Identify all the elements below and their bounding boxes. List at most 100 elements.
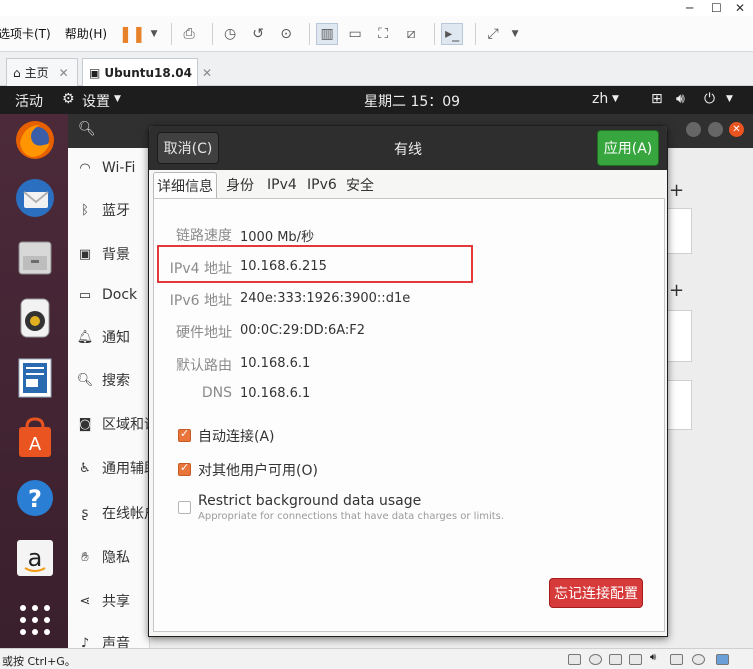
thunderbird-icon[interactable] xyxy=(13,176,57,220)
tab-identity[interactable]: 身份 xyxy=(223,172,257,198)
menu-help[interactable]: 帮助(H) xyxy=(65,25,107,42)
minimize-icon[interactable]: ─ xyxy=(686,1,693,15)
unity-icon[interactable]: ⧄ xyxy=(400,23,422,45)
sidebar-item-label: 共享 xyxy=(102,594,130,610)
chevron-down-icon[interactable]: ▼ xyxy=(510,23,520,45)
cdrom-icon[interactable] xyxy=(589,654,602,665)
camera-icon: ◙ xyxy=(78,416,92,432)
volume-icon[interactable]: 🔊︎ xyxy=(676,91,685,107)
auto-connect-label[interactable]: 自动连接(A) xyxy=(198,426,275,446)
search-icon[interactable]: 🔍︎ xyxy=(78,121,96,137)
stretch-icon[interactable]: ⤢ xyxy=(482,23,504,45)
close-tab-icon[interactable]: ✕ xyxy=(202,66,212,80)
files-icon[interactable] xyxy=(13,236,57,280)
hardware-address-label: 硬件地址 xyxy=(176,325,232,341)
tab-security[interactable]: 安全 xyxy=(343,172,377,198)
printer-icon[interactable] xyxy=(670,654,683,665)
help-icon[interactable]: ? xyxy=(13,476,57,520)
close-icon[interactable]: ✕ xyxy=(735,1,745,15)
svg-text:A: A xyxy=(29,434,42,455)
power-icon[interactable]: ⏻ xyxy=(704,91,715,107)
sidebar-item-search[interactable]: 🔍︎ 搜索 xyxy=(76,369,130,391)
app-menu[interactable]: 设置 xyxy=(82,91,110,111)
network-adapter-icon[interactable] xyxy=(609,654,622,665)
link-speed-label: 链路速度 xyxy=(176,228,232,244)
activities-button[interactable]: 活动 xyxy=(15,91,43,111)
input-method-indicator[interactable]: zh xyxy=(592,91,608,107)
maximize-icon[interactable]: ☐ xyxy=(711,1,722,15)
ipv6-address-label: IPv6 地址 xyxy=(169,293,232,309)
tab-label: 主页 xyxy=(24,66,49,80)
bell-icon: 🔔︎ xyxy=(76,329,94,345)
firefox-icon[interactable] xyxy=(13,118,57,162)
maximize-icon[interactable] xyxy=(708,122,723,137)
add-vpn-icon[interactable]: + xyxy=(669,280,684,301)
close-icon[interactable]: ✕ xyxy=(729,122,744,137)
software-center-icon[interactable]: A xyxy=(13,416,57,460)
sidebar-item-dock[interactable]: ▭ Dock xyxy=(76,284,137,306)
writer-icon[interactable] xyxy=(13,356,57,400)
host-titlebar: ─ ☐ ✕ xyxy=(0,0,753,16)
status-hint: 或按 Ctrl+G。 xyxy=(2,655,76,668)
tab-home[interactable]: ⌂ 主页 ✕ xyxy=(6,58,78,86)
menu-tabs[interactable]: 选项卡(T) xyxy=(0,25,51,42)
apply-button[interactable]: 应用(A) xyxy=(597,130,659,166)
tab-ipv4[interactable]: IPv4 xyxy=(264,172,300,198)
sidebar-item-bluetooth[interactable]: ᛒ 蓝牙 xyxy=(76,199,130,221)
gnome-topbar: 活动 ⚙ 设置 ▼ 星期二 15：09 zh ▼ ⊞ 🔊︎ ⏻ ▼ xyxy=(0,86,753,114)
close-tab-icon[interactable]: ✕ xyxy=(59,66,69,80)
fullscreen-icon[interactable]: ⛶ xyxy=(372,23,394,45)
message-icon[interactable] xyxy=(716,654,729,665)
snapshot-manager-icon[interactable]: ⊙ xyxy=(275,23,297,45)
tab-ipv6[interactable]: IPv6 xyxy=(304,172,340,198)
terminal-icon[interactable]: ▸_ xyxy=(441,22,464,45)
all-users-label[interactable]: 对其他用户可用(O) xyxy=(198,460,318,480)
tab-ubuntu[interactable]: ▣ Ubuntu18.04 ✕ xyxy=(82,58,212,86)
rhythmbox-icon[interactable] xyxy=(13,296,57,340)
sidebar-item-label: 蓝牙 xyxy=(102,203,130,219)
sidebar-item-label: 隐私 xyxy=(102,550,130,566)
share-icon: ⋖ xyxy=(79,593,91,609)
default-route-value: 10.168.6.1 xyxy=(240,356,311,371)
send-keys-icon[interactable]: ⎙ xyxy=(178,23,200,45)
sound-card-icon[interactable]: 🔊︎ xyxy=(650,652,663,663)
display-icon[interactable] xyxy=(692,654,705,665)
restrict-data-label[interactable]: Restrict background data usage xyxy=(198,493,421,509)
network-icon[interactable]: ⊞ xyxy=(651,91,663,107)
dns-label: DNS xyxy=(201,385,232,401)
sidebar-item-sound[interactable]: ♪ 声音 xyxy=(76,632,130,649)
usb-icon[interactable] xyxy=(629,654,642,665)
add-connection-icon[interactable]: + xyxy=(669,180,684,201)
default-route-label: 默认路由 xyxy=(176,358,232,374)
dialog-tabs: 详细信息 身份 IPv4 IPv6 安全 xyxy=(153,172,663,198)
amazon-icon[interactable]: a xyxy=(13,536,57,580)
host-tabbar: ⌂ 主页 ✕ ▣ Ubuntu18.04 ✕ xyxy=(0,52,753,86)
hardware-address-value: 00:0C:29:DD:6A:F2 xyxy=(240,323,366,338)
svg-text:?: ? xyxy=(28,485,42,513)
tab-details[interactable]: 详细信息 xyxy=(153,172,217,198)
pause-icon[interactable]: ❚❚ xyxy=(119,23,146,45)
library-view-icon[interactable]: ▥ xyxy=(316,22,339,45)
all-users-checkbox[interactable] xyxy=(178,461,191,476)
sidebar-item-wifi[interactable]: ◠ Wi-Fi xyxy=(76,157,135,179)
auto-connect-checkbox[interactable] xyxy=(178,427,191,442)
chevron-down-icon[interactable]: ▼ xyxy=(149,23,159,45)
sidebar-item-sharing[interactable]: ⋖ 共享 xyxy=(76,590,130,612)
forget-connection-button[interactable]: 忘记连接配置 xyxy=(549,578,643,608)
minimize-icon[interactable] xyxy=(686,122,701,137)
sidebar-item-label: 通知 xyxy=(102,330,130,346)
show-applications-icon[interactable] xyxy=(13,598,57,642)
sidebar-item-online-accounts[interactable]: ʂ 在线帐户 xyxy=(76,502,158,524)
hdd-icon[interactable] xyxy=(568,654,581,665)
console-view-icon[interactable]: ▭ xyxy=(344,23,366,45)
sidebar-item-notifications[interactable]: 🔔︎ 通知 xyxy=(76,326,130,348)
settings-app-icon: ⚙ xyxy=(62,91,75,107)
toolbar-divider xyxy=(309,22,311,45)
revert-snapshot-icon[interactable]: ↺ xyxy=(247,23,269,45)
sidebar-item-privacy[interactable]: ✋︎ 隐私 xyxy=(76,546,130,568)
sidebar-item-background[interactable]: ▣ 背景 xyxy=(76,243,130,265)
speaker-icon: ♪ xyxy=(80,635,90,649)
snapshot-icon[interactable]: ◷ xyxy=(219,23,241,45)
clock[interactable]: 星期二 15：09 xyxy=(364,91,460,111)
restrict-data-checkbox[interactable] xyxy=(178,501,191,514)
